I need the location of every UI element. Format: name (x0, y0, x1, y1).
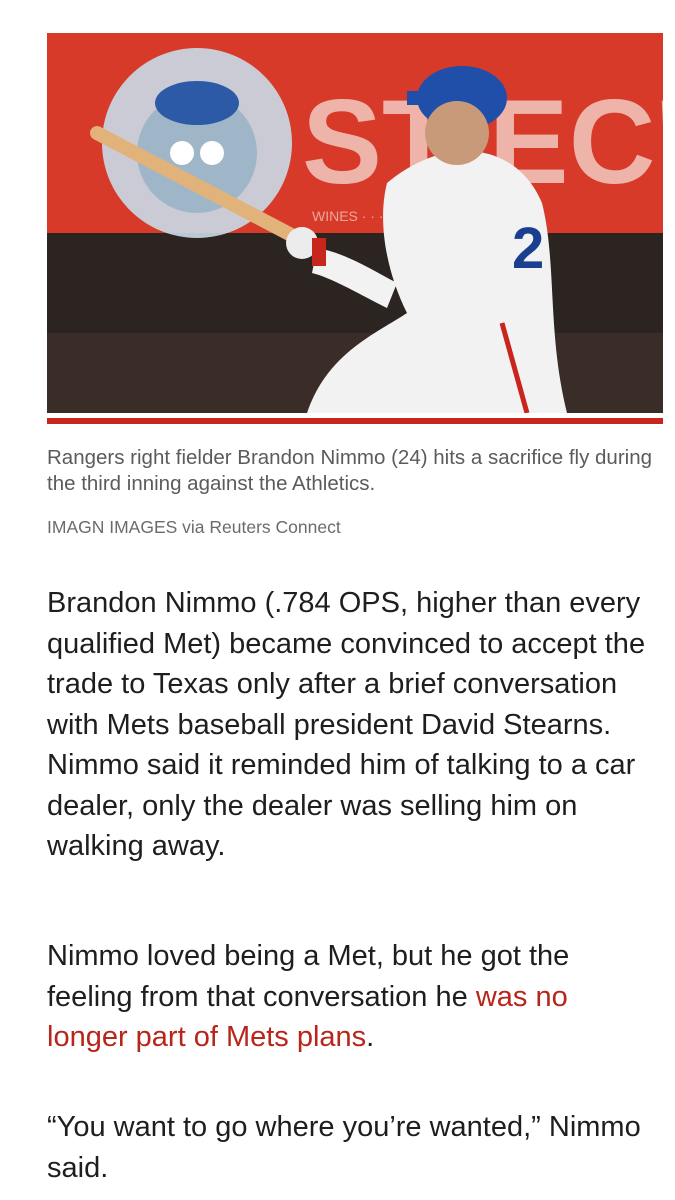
article-photo[interactable]: ST EC'S WINES · · · · · NER FOODS 2 (47, 33, 663, 413)
article-paragraph-2: Nimmo loved being a Met, but he got the … (47, 936, 647, 1058)
jersey-number: 2 (512, 216, 544, 281)
photo-divider (47, 418, 663, 424)
paragraph-text-end: . (366, 1021, 375, 1053)
article-paragraph-3: “You want to go where you’re wanted,” Ni… (47, 1111, 641, 1184)
article-paragraph-1: Brandon Nimmo (.784 OPS, higher than eve… (47, 587, 646, 862)
photo-credit: IMAGN IMAGES via Reuters Connect (47, 517, 341, 537)
photo-caption: Rangers right fielder Brandon Nimmo (24)… (47, 446, 653, 495)
